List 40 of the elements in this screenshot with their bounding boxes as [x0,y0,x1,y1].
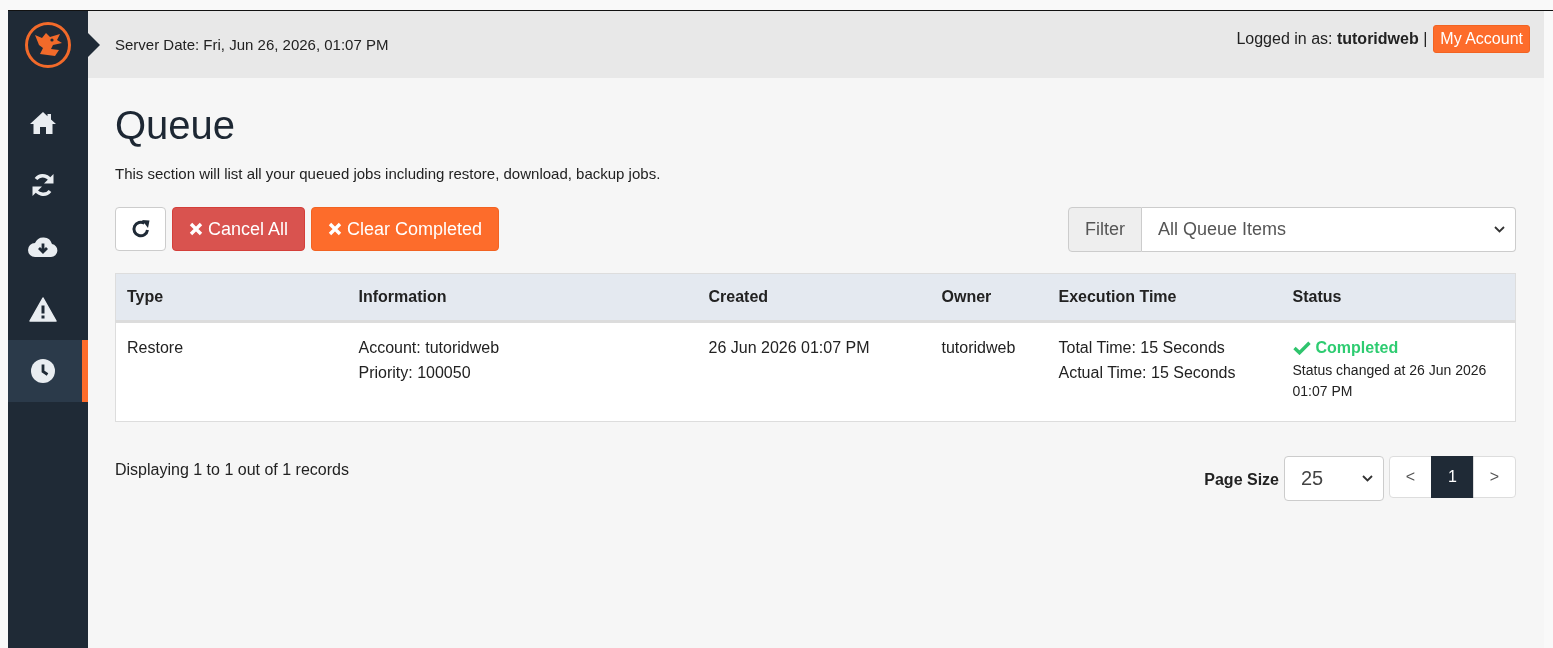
refresh-button[interactable] [115,207,166,251]
page-button[interactable]: > [1473,456,1516,498]
clock-icon [31,359,55,383]
refresh-icon [130,219,151,239]
warning-icon [29,296,57,322]
status-label: Completed [1315,338,1399,358]
table-cell: Account: tutoridweb Priority: 100050 [347,321,698,422]
column-header: Owner [930,273,1048,322]
column-header: Execution Time [1047,273,1282,322]
records-summary: Displaying 1 to 1 out of 1 records [115,460,349,479]
page-title: Queue [115,103,237,147]
filter-label: Filter [1068,207,1142,252]
cloud-download-icon [28,236,58,258]
home-icon [29,111,57,135]
page-description: This section will list all your queued jobs including restore, download, backup jobs. [115,165,662,183]
chevron-down-icon [1362,475,1373,482]
column-header: Status [1281,273,1516,322]
page-button[interactable]: 1 [1431,456,1474,498]
login-text: Logged in as: tutoridweb | [1236,29,1428,48]
cross-icon [189,222,203,236]
page-button[interactable]: < [1389,456,1432,498]
table-cell: Total Time: 15 Seconds Actual Time: 15 Seconds [1047,321,1282,422]
chevron-down-icon [1494,226,1505,233]
logo-icon [25,22,71,68]
column-header: Type [115,273,348,322]
status-note: Status changed at 26 Jun 2026 01:07 PM [1292,361,1488,401]
table-cell: Restore [115,321,348,422]
table-cell: tutoridweb [930,321,1048,422]
sync-icon [31,172,55,198]
filter-select[interactable]: All Queue Items [1142,207,1516,252]
table-cell: 26 Jun 2026 01:07 PM [697,321,931,422]
column-header: Created [697,273,931,322]
cross-icon [328,222,343,236]
check-icon [1292,340,1311,355]
column-header: Information [347,273,698,322]
server-date: Server Date: Fri, Jun 26, 2026, 01:07 PM [115,36,389,53]
page-size-label: Page Size [1204,471,1279,489]
sidebar-item[interactable] [8,340,88,402]
page-size-select[interactable]: 25 [1284,456,1384,501]
cancel-all-button[interactable]: Cancel All [172,207,306,251]
